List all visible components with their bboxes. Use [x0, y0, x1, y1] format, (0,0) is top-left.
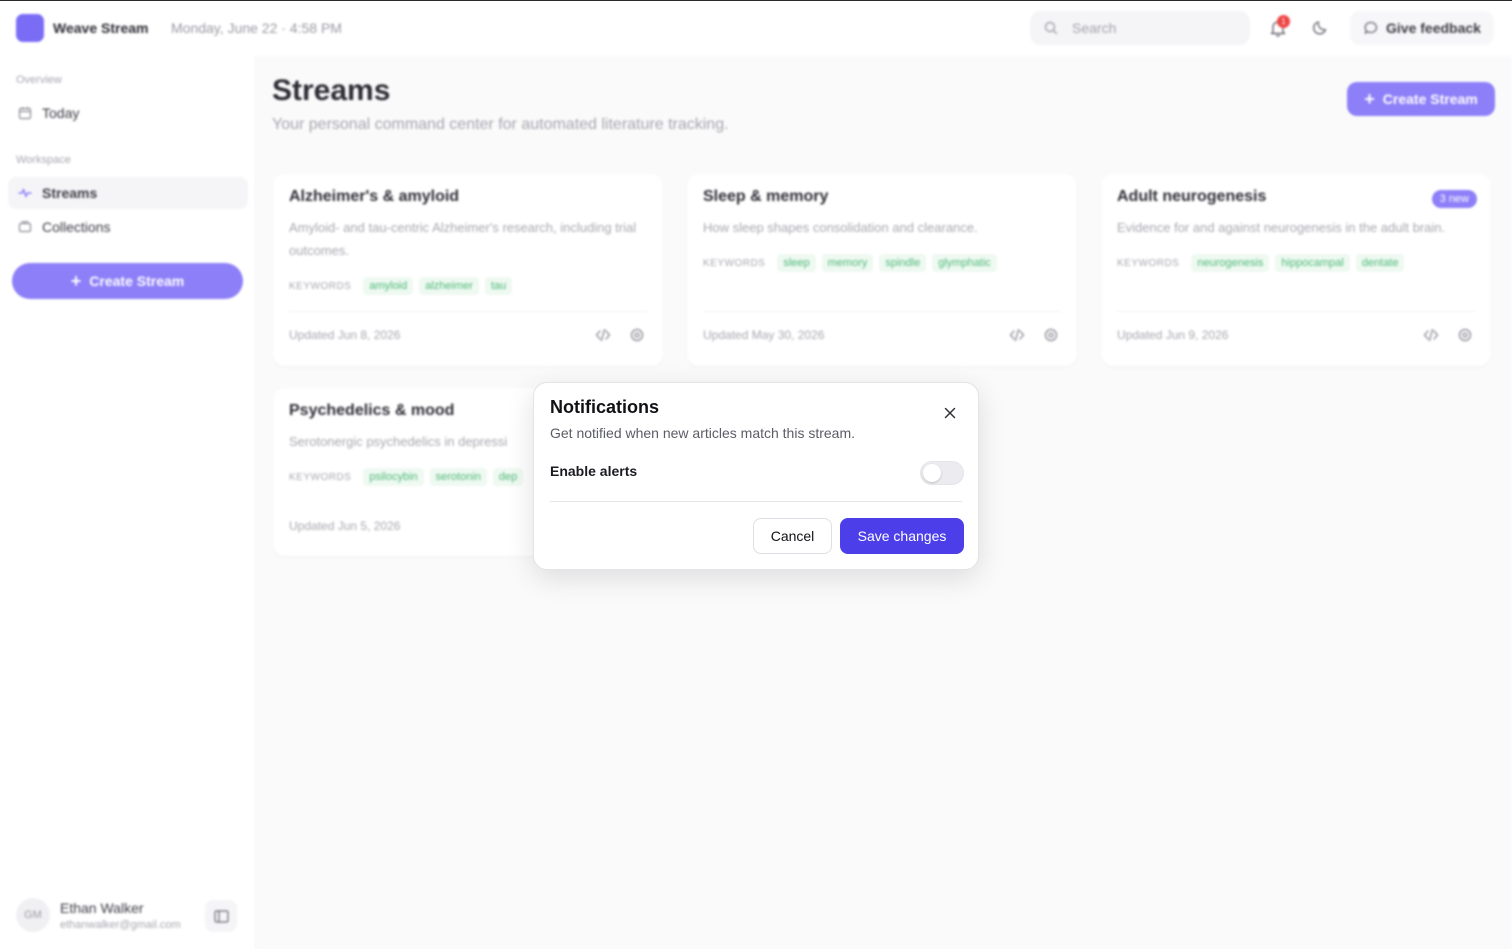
keyword-tag: memory: [821, 254, 874, 272]
notification-badge: 1: [1277, 15, 1290, 28]
keywords-label: KEYWORDS: [289, 471, 352, 483]
keywords-label: KEYWORDS: [703, 257, 766, 269]
create-stream-button[interactable]: + Create Stream: [1347, 82, 1495, 116]
sidebar-item-streams[interactable]: Streams: [8, 177, 248, 209]
keyword-tag: amyloid: [363, 277, 414, 295]
gear-icon[interactable]: [1042, 326, 1060, 344]
stream-description: How sleep shapes consolidation and clear…: [703, 220, 978, 235]
app-name: Weave Stream: [53, 20, 149, 36]
keyword-tag: dentate: [1355, 254, 1405, 272]
keyword-tag: spindle: [879, 254, 927, 272]
user-email: ethanwalker@gmail.com: [60, 918, 181, 931]
sidebar-toggle-icon: [213, 909, 229, 923]
folder-icon: [18, 221, 32, 233]
cancel-button[interactable]: Cancel: [753, 518, 832, 554]
keyword-tag: hippocampal: [1275, 254, 1350, 272]
page-title: Streams: [272, 74, 391, 107]
plus-icon: +: [70, 271, 82, 291]
dialog-divider: [550, 501, 962, 502]
keyword-tag: glymphatic: [932, 254, 997, 272]
enable-alerts-label: Enable alerts: [550, 463, 638, 479]
keyword-tag: neurogenesis: [1191, 254, 1270, 272]
dialog-subtitle: Get notified when new articles match thi…: [550, 425, 856, 441]
moon-icon[interactable]: [1312, 18, 1330, 36]
sidebar: Overview Today Workspace Streams Collect…: [0, 56, 256, 949]
enable-alerts-toggle[interactable]: [920, 461, 964, 485]
notifications-dialog: Notifications Get notified when new arti…: [533, 382, 979, 570]
feedback-label: Give feedback: [1386, 20, 1481, 36]
give-feedback-button[interactable]: Give feedback: [1350, 11, 1494, 45]
dialog-title: Notifications: [550, 397, 660, 417]
search-input[interactable]: Search: [1030, 11, 1250, 45]
gear-icon[interactable]: [1456, 326, 1474, 344]
sidebar-item-collections[interactable]: Collections: [8, 211, 248, 243]
keyword-tag: serotonin: [429, 468, 487, 486]
calendar-icon: [18, 107, 32, 120]
sidebar-item-today[interactable]: Today: [8, 97, 248, 129]
sidebar-item-label: Today: [42, 105, 80, 121]
search-icon: [1044, 21, 1058, 35]
code-icon[interactable]: [1008, 326, 1026, 344]
keywords-row: KEYWORDS amyloid alzheimer tau: [289, 277, 513, 295]
new-articles-badge: 3 new: [1431, 190, 1477, 208]
updated-date: Updated Jun 5, 2026: [289, 519, 401, 533]
overview-section-label: Overview: [16, 74, 62, 86]
plus-icon: +: [1364, 89, 1375, 109]
card-divider: [703, 311, 1061, 312]
updated-date: Updated Jun 8, 2026: [289, 328, 401, 342]
keyword-tag: tau: [484, 277, 513, 295]
stream-title: Adult neurogenesis: [1117, 188, 1267, 205]
user-profile[interactable]: GM Ethan Walker ethanwalker@gmail.com: [16, 898, 181, 932]
brand[interactable]: Weave Stream: [16, 14, 148, 42]
keyword-tag: dep: [492, 468, 524, 486]
keyword-tag: psilocybin: [363, 468, 424, 486]
card-divider: [1117, 311, 1475, 312]
sidebar-item-label: Streams: [42, 185, 98, 201]
search-placeholder: Search: [1072, 20, 1117, 36]
stream-card[interactable]: Adult neurogenesis 3 new Evidence for an…: [1101, 174, 1491, 366]
workspace-section-label: Workspace: [16, 154, 71, 166]
code-icon[interactable]: [594, 326, 612, 344]
create-stream-label: Create Stream: [1382, 91, 1478, 107]
avatar: GM: [16, 898, 50, 932]
collapse-sidebar-button[interactable]: [205, 900, 237, 932]
keywords-row: KEYWORDS sleep memory spindle glymphatic: [703, 254, 997, 272]
gear-icon[interactable]: [628, 326, 646, 344]
stream-description: Amyloid- and tau-centric Alzheimer's res…: [289, 220, 637, 258]
brand-logo-icon: [16, 14, 44, 42]
stream-title: Alzheimer's & amyloid: [289, 188, 460, 205]
keyword-tag: sleep: [777, 254, 816, 272]
user-name: Ethan Walker: [60, 899, 144, 916]
save-changes-button[interactable]: Save changes: [840, 518, 964, 554]
chat-bubble-icon: [1364, 21, 1378, 35]
keywords-label: KEYWORDS: [289, 280, 352, 292]
stream-card[interactable]: Alzheimer's & amyloid Amyloid- and tau-c…: [273, 174, 663, 366]
stream-card[interactable]: Sleep & memory How sleep shapes consolid…: [687, 174, 1077, 366]
current-datetime: Monday, June 22 · 4:58 PM: [171, 20, 342, 36]
keyword-tag: alzheimer: [419, 277, 479, 295]
stream-icon: [18, 188, 32, 198]
keywords-row: KEYWORDS neurogenesis hippocampal dentat…: [1117, 254, 1405, 272]
close-icon[interactable]: [942, 405, 958, 421]
card-divider: [289, 311, 647, 312]
top-bar: Weave Stream Monday, June 22 · 4:58 PM S…: [0, 1, 1512, 56]
stream-title: Sleep & memory: [703, 188, 829, 205]
create-stream-label: Create Stream: [89, 273, 185, 289]
updated-date: Updated Jun 9, 2026: [1117, 328, 1229, 342]
code-icon[interactable]: [1422, 326, 1440, 344]
updated-date: Updated May 30, 2026: [703, 328, 825, 342]
keywords-label: KEYWORDS: [1117, 257, 1180, 269]
page-subtitle: Your personal command center for automat…: [272, 116, 729, 133]
stream-title: Psychedelics & mood: [289, 402, 455, 419]
sidebar-item-label: Collections: [42, 219, 111, 235]
stream-description: Evidence for and against neurogenesis in…: [1117, 220, 1446, 235]
toggle-knob: [923, 464, 941, 482]
keywords-row: KEYWORDS psilocybin serotonin dep: [289, 468, 524, 486]
sidebar-create-stream-button[interactable]: + Create Stream: [12, 263, 243, 299]
